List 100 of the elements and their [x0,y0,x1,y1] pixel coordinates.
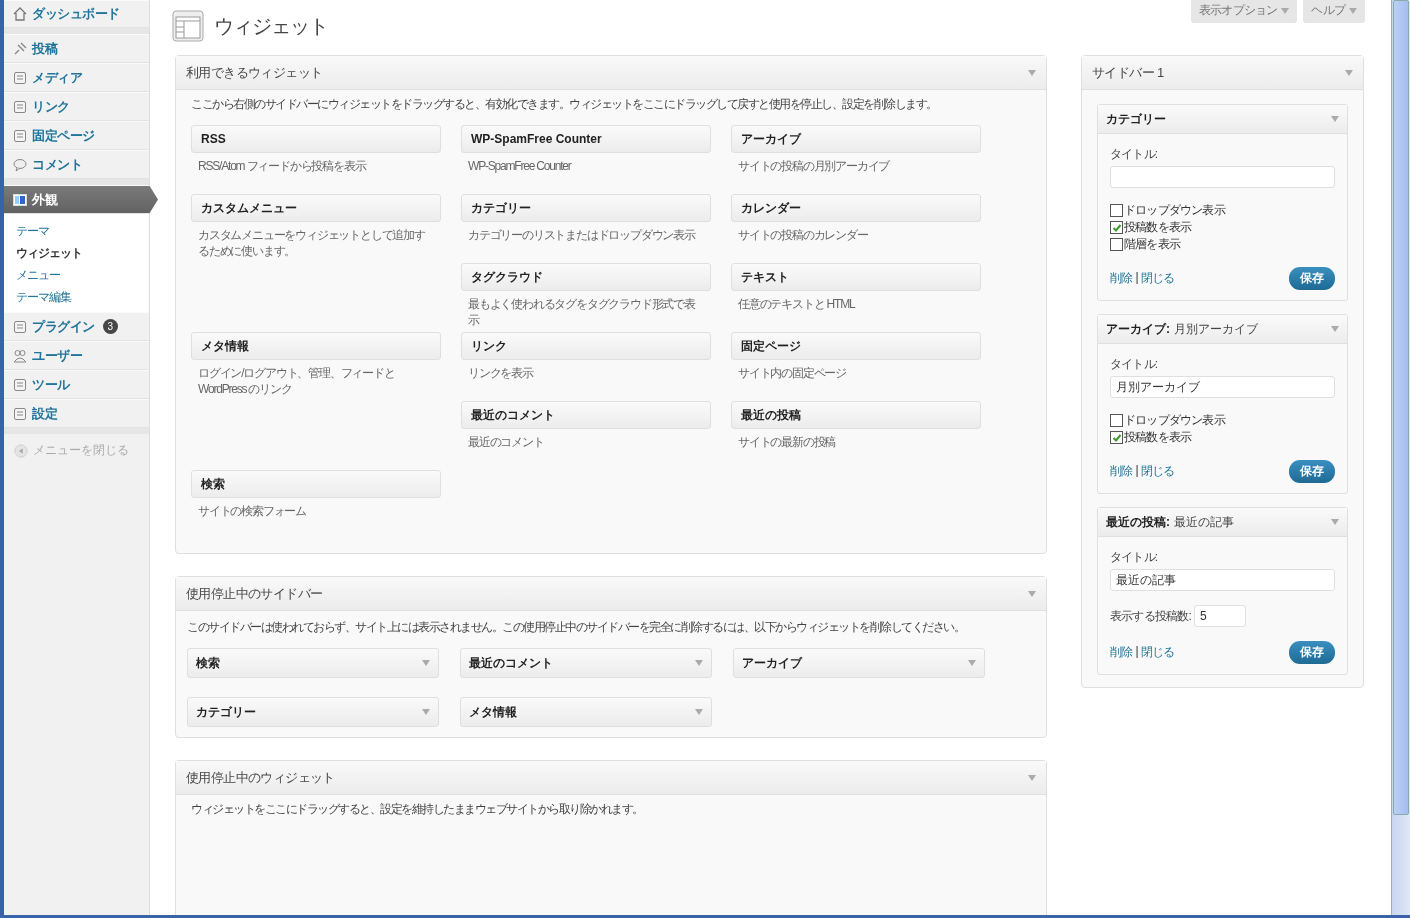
caret-icon[interactable] [695,709,703,715]
widget-item[interactable]: カテゴリー [187,697,439,727]
panel-header[interactable]: 利用できるウィジェット [176,56,1046,90]
menu-item[interactable]: リンク [4,92,149,121]
menu-item[interactable]: ダッシュボード [4,0,149,28]
draggable-widget[interactable]: カレンダー [731,194,981,222]
screen-meta-tab[interactable]: ヘルプ [1303,0,1365,23]
draggable-widget[interactable]: 最近のコメント [461,401,711,429]
caret-icon [1349,7,1357,14]
update-count-badge: 3 [102,319,118,334]
submenu-item[interactable]: ウィジェット [16,242,149,264]
widget-item[interactable]: アーカイブ [733,648,985,678]
menu-label: リンク [32,97,70,116]
caret-icon[interactable] [1028,774,1036,781]
widget-description: 最もよく使われるタグをタグクラウド形式で表示 [467,296,697,328]
draggable-widget[interactable]: メタ情報 [191,332,441,360]
widget-item[interactable]: 最近のコメント [460,648,712,678]
draggable-widget[interactable]: 最近の投稿 [731,401,981,429]
menu-item[interactable]: ユーザー [4,341,149,370]
checkbox[interactable] [1110,431,1123,444]
layout-icon [12,191,28,208]
caret-icon[interactable] [695,660,703,666]
draggable-widget[interactable]: WP-SpamFree Counter [461,125,711,153]
widget-description: 任意のテキストと HTML [737,296,856,312]
caret-icon[interactable] [1331,519,1339,525]
caret-icon[interactable] [422,660,430,666]
widget-subtitle: 最近の記事 [1174,513,1234,531]
checkbox-label: 投稿数を表示 [1124,219,1192,236]
submenu-item[interactable]: メニュー [16,264,149,286]
field-label: タイトル: [1110,356,1159,373]
menu-item[interactable]: 固定ページ [4,121,149,150]
checkbox[interactable] [1110,238,1123,251]
caret-icon[interactable] [1331,116,1339,122]
widget-description: カスタムメニューをウィジェットとして追加するために使います。 [197,227,426,259]
draggable-widget[interactable]: カスタムメニュー [191,194,441,222]
widget-description: サイト内の固定ページ [737,365,847,381]
checkbox[interactable] [1110,414,1123,427]
widget-description: サイトの検索フォーム [197,503,307,519]
menu-item[interactable]: プラグイン 3 [4,312,149,341]
title-input[interactable]: 月別アーカイブ [1110,376,1335,398]
draggable-widget[interactable]: タグクラウド [461,263,711,291]
screen-meta-tab[interactable]: 表示オプション [1191,0,1298,23]
draggable-widget[interactable]: 固定ページ [731,332,981,360]
caret-icon[interactable] [1331,326,1339,332]
number-input[interactable]: 5 [1193,605,1246,627]
collapse-icon[interactable] [14,443,28,458]
widget-header[interactable]: アーカイブ: 月別アーカイブ [1098,315,1347,344]
close-link[interactable]: 閉じる [1140,463,1175,480]
save-button[interactable]: 保存 [1289,267,1335,290]
widget-description: サイトの投稿の月別アーカイブ [737,158,891,174]
panel-header[interactable]: 使用停止中のサイドバー [176,577,1046,611]
menu-item[interactable]: コメント [4,150,149,179]
save-button[interactable]: 保存 [1289,460,1335,483]
draggable-widget[interactable]: 検索 [191,470,441,498]
field-label: タイトル: [1110,146,1159,163]
delete-link[interactable]: 削除 [1110,463,1133,480]
submenu-item[interactable]: テーマ [16,220,149,242]
panel-header[interactable]: サイドバー 1 [1082,56,1363,90]
checkbox[interactable] [1110,204,1123,217]
checkbox[interactable] [1110,221,1123,234]
menu-item[interactable]: 外観 [4,185,158,214]
widget-header[interactable]: カテゴリー [1098,105,1347,134]
caret-icon[interactable] [1028,69,1036,76]
delete-link[interactable]: 削除 [1110,270,1133,287]
menu-item[interactable]: 投稿 [4,34,149,63]
widget-item[interactable]: 検索 [187,648,439,678]
widget-header[interactable]: 最近の投稿: 最近の記事 [1098,508,1347,537]
draggable-widget[interactable]: カテゴリー [461,194,711,222]
draggable-widget[interactable]: テキスト [731,263,981,291]
caret-icon[interactable] [422,709,430,715]
draggable-widget[interactable]: アーカイブ [731,125,981,153]
caret-icon[interactable] [968,660,976,666]
close-link[interactable]: 閉じる [1140,644,1175,661]
close-link[interactable]: 閉じる [1140,270,1175,287]
caret-icon[interactable] [1028,590,1036,597]
title-input[interactable]: 最近の記事 [1110,569,1335,591]
delete-link[interactable]: 削除 [1110,644,1133,661]
checkbox-label: 投稿数を表示 [1124,429,1192,446]
field-label: タイトル: [1110,549,1159,566]
submenu-item[interactable]: テーマ編集 [16,286,149,308]
house-icon [12,6,28,22]
scrollbar[interactable] [1391,0,1410,915]
panel-description: このサイドバーは使われておらず、サイト上には表示されません。この使用停止中のサイドバーを完全に削除するには、以下からウィジェットを削除してください。 [187,619,965,636]
draggable-widget[interactable]: RSS [191,125,441,153]
widget-description: リンクを表示 [467,365,535,381]
menu-item[interactable]: メディア [4,63,149,92]
caret-icon[interactable] [1345,69,1353,76]
widget-name: 最近のコメント [469,654,553,672]
save-button[interactable]: 保存 [1289,641,1335,664]
caret-icon [1281,7,1290,14]
menu-item[interactable]: ツール [4,370,149,399]
draggable-widget[interactable]: リンク [461,332,711,360]
menu-item[interactable]: 設定 [4,399,149,428]
widgets-icon [172,10,204,42]
widget-item[interactable]: メタ情報 [460,697,712,727]
menu-label: 固定ページ [32,126,95,145]
link-separator: | [1135,463,1138,479]
panel-header[interactable]: 使用停止中のウィジェット [176,761,1046,795]
users-icon [12,347,28,364]
title-input[interactable] [1110,166,1335,188]
